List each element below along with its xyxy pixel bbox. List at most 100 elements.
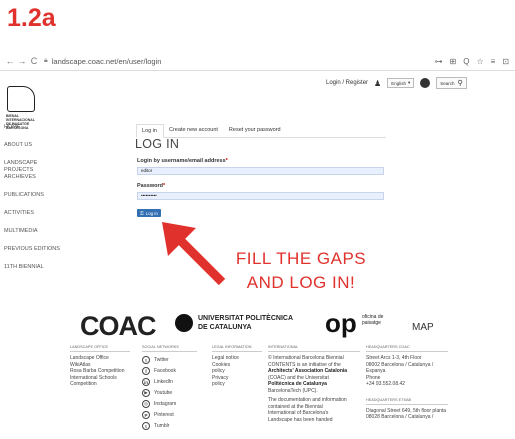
footer-text-bold: Politècnica de Catalunya — [268, 381, 327, 387]
social-link-facebook[interactable]: f Facebook — [142, 366, 197, 376]
footer-text: The documentation and information — [268, 397, 347, 403]
language-selector[interactable]: English ▾ — [387, 78, 415, 88]
footer-link[interactable]: Competition — [70, 381, 130, 388]
username-label: Login by username/email address* — [137, 158, 228, 164]
url-text[interactable]: landscape.coac.net/en/user/login — [52, 57, 162, 66]
footer-text: Landscape has been handed — [268, 416, 333, 423]
social-link-pinterest[interactable]: P Pinterest — [142, 410, 197, 420]
linkedin-icon: in — [142, 378, 150, 386]
reading-list-icon[interactable]: ≡ — [491, 57, 496, 66]
footer-col-header: SOCIAL NETWORKS — [142, 345, 197, 352]
tumblr-icon: t — [142, 422, 150, 430]
tab-log-in[interactable]: Log in — [136, 124, 164, 138]
coac-logo[interactable]: COAC — [80, 311, 156, 342]
annotation-line-1: FILL THE GAPS — [235, 249, 367, 268]
social-link-instagram[interactable]: ◎ Instagram — [142, 399, 197, 409]
required-mark: * — [162, 183, 166, 189]
header-actions: Login / Register ♟ English ▾ Search ⚲ — [326, 77, 467, 89]
social-label: Twitter — [154, 357, 169, 363]
footer-col-header: LANDSCAPE OFFICE — [70, 345, 130, 352]
social-label: Facebook — [154, 368, 176, 374]
sidebar-item-about-us[interactable]: ABOUT US — [4, 142, 94, 149]
footer-text: +34 93.552.08.42 — [366, 381, 406, 387]
tab-grid-icon[interactable]: ⊞ — [450, 57, 457, 66]
social-label: Instagram — [154, 401, 177, 407]
sidebar-item-landscape-projects[interactable]: LANDSCAPE PROJECTS ARCHIEVES — [4, 160, 64, 181]
bookmark-star-icon[interactable]: ☆ — [476, 57, 483, 66]
language-label: English — [391, 80, 406, 86]
instagram-icon: ◎ — [142, 400, 150, 408]
forward-button[interactable]: → — [16, 56, 28, 66]
social-label: Pinterest — [154, 412, 174, 418]
map-logo[interactable]: MAP — [412, 322, 434, 333]
username-field[interactable]: editor — [137, 167, 384, 175]
search-icon: ⚲ — [457, 80, 463, 87]
extension-icon[interactable]: ⊶ — [435, 57, 443, 66]
login-tabs: Log in Create new account Reset your pas… — [136, 124, 386, 138]
sidebar-item-activities[interactable]: ACTIVITIES — [4, 210, 94, 217]
lock-icon: 🔒︎ — [44, 57, 48, 64]
log-in-button-label: Log in — [145, 210, 158, 216]
footer-link[interactable]: policy — [212, 381, 262, 388]
zoom-icon[interactable]: Q — [463, 57, 469, 66]
sidebar-item-11th-biennial[interactable]: 11TH BIENNIAL — [4, 264, 94, 271]
log-in-button[interactable]: ⚿ Log in — [137, 209, 161, 217]
chevron-down-icon: ▾ — [407, 80, 411, 85]
required-mark: * — [225, 158, 228, 164]
tab-create-account[interactable]: Create new account — [164, 124, 224, 137]
footer-col-header: INTERNATIONAL — [268, 345, 360, 352]
toolbar-divider — [0, 70, 515, 71]
browser-toolbar: ← → C 🔒︎ landscape.coac.net/en/user/logi… — [0, 53, 515, 69]
sidebar-item-previous-editions[interactable]: PREVIOUS EDITIONS — [4, 246, 94, 253]
collections-icon[interactable]: ⊡ — [502, 57, 509, 66]
upc-line-2: DE CATALUNYA — [198, 324, 252, 331]
tab-reset-password[interactable]: Reset your password — [224, 124, 287, 137]
annotation-line-2: AND LOG IN! — [246, 273, 356, 292]
social-link-tumblr[interactable]: t Tumblr — [142, 421, 197, 431]
username-label-text: Login by username/email address — [137, 158, 226, 164]
footer-col-header: HEADQUARTERS ETSAB — [366, 398, 448, 405]
facebook-icon: f — [142, 367, 150, 375]
social-link-youtube[interactable]: ▶ Youtube — [142, 388, 197, 398]
footer-col-headquarters: HEADQUARTERS COAC Street Arcs 1-3, 4th F… — [366, 345, 448, 421]
social-label: LinkedIn — [154, 379, 173, 385]
address-bar[interactable]: 🔒︎ landscape.coac.net/en/user/login — [44, 57, 435, 66]
back-button[interactable]: ← — [4, 56, 16, 66]
social-label: Youtube — [154, 390, 173, 396]
sidebar-item-home[interactable]: HOME — [4, 124, 94, 131]
twitter-icon: t — [142, 356, 150, 364]
footer-link[interactable]: Rosa Barba Competition — [70, 368, 130, 375]
globe-icon[interactable] — [420, 78, 431, 88]
social-link-linkedin[interactable]: in LinkedIn — [142, 377, 197, 387]
sidebar-item-multimedia[interactable]: MULTIMEDIA — [4, 228, 94, 235]
annotation-text: FILL THE GAPS AND LOG IN! — [211, 247, 391, 295]
upc-logo-text[interactable]: UNIVERSITAT POLITÈCNICA DE CATALUNYA — [198, 314, 318, 332]
password-field[interactable]: •••••••••• — [137, 192, 384, 200]
footer-col-header: LEGAL INFORMATION — [212, 345, 262, 352]
slide-label: 1.2a — [7, 4, 56, 32]
social-link-twitter[interactable]: t Twitter — [142, 355, 197, 365]
sidebar-item-publications[interactable]: PUBLICATIONS — [4, 192, 94, 199]
biennial-logo[interactable] — [7, 86, 35, 112]
footer-col-social: SOCIAL NETWORKS t Twitter f Facebook in Lin… — [142, 345, 197, 432]
footer-text: 08028 Barcelona / Catalunya / — [366, 414, 434, 420]
youtube-icon: ▶ — [142, 389, 150, 397]
key-icon: ⚿ — [140, 210, 144, 216]
reload-button[interactable]: C — [28, 56, 40, 66]
footer-col-office: LANDSCAPE OFFICE Landscape Office WikiAt… — [70, 345, 130, 388]
password-label: Password* — [137, 183, 165, 189]
search-input[interactable]: Search ⚲ — [436, 77, 467, 89]
op-logo-text: oficina de paisatge — [362, 314, 384, 326]
upc-logo-icon[interactable] — [175, 314, 193, 332]
page-title: LOG IN — [135, 137, 180, 151]
footer-columns: LANDSCAPE OFFICE Landscape Office WikiAt… — [70, 345, 450, 439]
footer-col-header: HEADQUARTERS COAC — [366, 345, 448, 352]
footer-col-international: INTERNATIONAL © International Barcelona … — [268, 345, 360, 423]
upc-line-1: UNIVERSITAT POLITÈCNICA — [198, 315, 294, 322]
user-icon: ♟ — [374, 78, 382, 88]
op-logo[interactable]: op — [325, 308, 357, 339]
login-register-link[interactable]: Login / Register — [326, 80, 368, 86]
pinterest-icon: P — [142, 411, 150, 419]
footer-text: BarcelonaTech (UPC). — [268, 387, 318, 394]
footer-logos: COAC UNIVERSITAT POLITÈCNICA DE CATALUNY… — [70, 308, 440, 342]
